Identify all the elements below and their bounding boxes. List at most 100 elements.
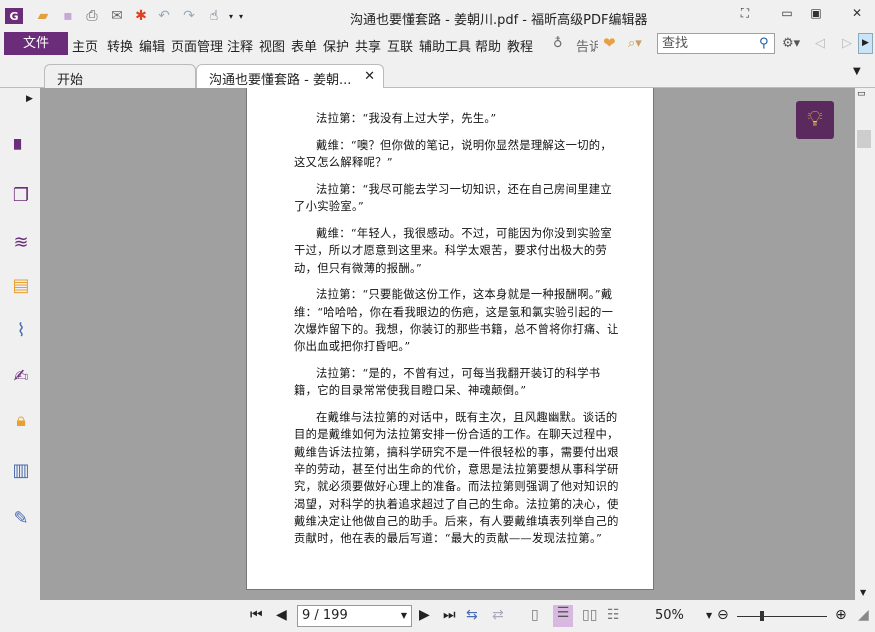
fullscreen-icon[interactable]: ⛶	[735, 6, 755, 24]
expand-panel-icon[interactable]: ▶	[26, 94, 33, 104]
nav-back-icon[interactable]: ◁	[815, 36, 825, 51]
paragraph: 法拉第：“我没有上过大学，先生。”	[294, 110, 614, 127]
page-icon[interactable]: ▘	[10, 140, 32, 162]
menu-page-management[interactable]: 页面管理	[171, 36, 223, 55]
text-line: 籍，它的目录常常使我目瞪口呆、神魂颠倒。”	[294, 384, 527, 398]
close-button[interactable]: ✕	[847, 6, 867, 24]
menu-convert[interactable]: 转换	[107, 36, 133, 55]
undo-icon[interactable]: ↶	[155, 8, 173, 24]
menu-form[interactable]: 表单	[291, 36, 317, 55]
text-line: 这又怎么解释呢？”	[294, 156, 393, 170]
lock-icon[interactable]: 🔒︎	[10, 410, 32, 432]
lightbulb-icon: ♁	[553, 36, 563, 51]
menu-home[interactable]: 主页	[72, 36, 98, 55]
scrollbar-thumb[interactable]	[857, 130, 871, 148]
customize-toolbar-icon[interactable]: ▾	[232, 8, 250, 24]
vertical-scrollbar[interactable]	[855, 88, 875, 600]
pages-thumbnail-icon[interactable]: ❐	[10, 185, 32, 207]
text-line: 贡献时，他在表的最后写道：“最大的贡献——发现法拉第。”	[294, 532, 603, 546]
paragraph: 在戴维与法拉第的对话中，既有主次，且风趣幽默。谈话的目的是戴维如何为法拉第安排一…	[294, 409, 619, 547]
tell-me-input[interactable]: 告诉	[576, 36, 598, 55]
layers-icon[interactable]: ≋	[10, 232, 32, 254]
text-line: 在戴维与法拉第的对话中，既有主次，且风趣幽默。谈话的	[316, 411, 618, 425]
email-icon[interactable]: ✉	[108, 8, 126, 24]
continuous-page-icon[interactable]: ☰	[553, 605, 573, 627]
minimize-button[interactable]: ▭	[777, 6, 797, 24]
save-icon[interactable]: ▪	[59, 8, 77, 24]
text-line: 法拉第：“是的，不曾有过，可每当我翻开装订的科学书	[316, 367, 601, 381]
single-page-icon[interactable]: ▯	[531, 607, 539, 623]
tab-list-dropdown-icon[interactable]: ▼	[853, 66, 861, 77]
print-icon[interactable]: ⎙	[83, 8, 101, 24]
zoom-level[interactable]: 50%	[655, 608, 684, 623]
file-menu-button[interactable]: 文件	[4, 32, 68, 55]
continuous-facing-icon[interactable]: ☷	[607, 607, 620, 623]
signature-icon[interactable]: ✍	[10, 366, 32, 388]
previous-page-icon[interactable]: ◀	[276, 607, 287, 623]
menu-tutorial[interactable]: 教程	[507, 36, 533, 55]
nav-forward-icon[interactable]: ▷	[842, 36, 852, 51]
text-line: 渴望，对科学的执着追求超过了自己的生命。法拉第的决心，使	[294, 497, 619, 511]
text-line: 目的是戴维如何为法拉第安排一份合适的工作。在聊天过程中，	[294, 428, 619, 442]
menu-protect[interactable]: 保护	[323, 36, 349, 55]
text-line: 维：“哈哈哈，你在看我眼边的伤疤，这是氢和氯实验引起的一	[294, 305, 614, 319]
menu-accessibility[interactable]: 辅助工具	[419, 36, 471, 55]
menu-comment[interactable]: 注释	[227, 36, 253, 55]
left-sidebar	[0, 88, 40, 632]
resize-grip-icon[interactable]: ◢	[858, 607, 869, 623]
hand-tool-icon[interactable]: ☝	[205, 8, 223, 24]
zoom-in-icon[interactable]: ⊕	[835, 607, 847, 623]
attachment-icon[interactable]: ⌇	[10, 320, 32, 342]
zoom-slider-handle[interactable]	[760, 611, 764, 621]
heart-icon[interactable]: ❤	[603, 34, 616, 52]
paragraph: 戴维：“噢？但你做的笔记，说明你显然是理解这一切的， 这又怎么解释呢？”	[294, 137, 614, 172]
next-page-icon[interactable]: ▶	[419, 607, 430, 623]
zoom-out-icon[interactable]: ⊖	[717, 607, 729, 623]
gear-icon[interactable]: ⚙▾	[782, 36, 800, 51]
text-line: 干过，所以才愿意到这里来。科学太艰苦，要求付出极大的劳	[294, 244, 608, 258]
zoom-dropdown-icon[interactable]: ▼	[706, 611, 712, 620]
ribbon-scroll-right-button[interactable]: ▶	[858, 33, 873, 54]
page-number: 9 / 199	[302, 608, 348, 623]
menu-share[interactable]: 共享	[355, 36, 381, 55]
new-document-icon[interactable]: ✱	[132, 8, 150, 24]
page-number-input[interactable]: 9 / 199 ▼	[297, 605, 412, 627]
form-fields-icon[interactable]: ▥	[10, 460, 32, 482]
maximize-button[interactable]: ▣	[806, 6, 826, 24]
tab-start[interactable]: 开始	[44, 64, 196, 88]
redo-icon[interactable]: ↷	[180, 8, 198, 24]
text-line: 动，但只有微薄的报酬。”	[294, 261, 422, 275]
paragraph: 戴维：“年轻人，我很感动。不过，可能因为你没到实验室干过，所以才愿意到这里来。科…	[294, 225, 614, 277]
zoom-slider[interactable]	[737, 616, 827, 617]
menu-connect[interactable]: 互联	[387, 36, 413, 55]
lightbulb-tip-button[interactable]: 💡︎	[796, 101, 834, 139]
close-tab-icon[interactable]: ✕	[364, 69, 375, 84]
text-line: 戴维：“年轻人，我很感动。不过，可能因为你没到实验室	[316, 226, 612, 240]
scroll-down-icon[interactable]: ▼	[860, 588, 866, 597]
text-line: 辛的劳动，甚至付出生命的代价，意思是法拉第要想从事科学研	[294, 463, 619, 477]
last-page-icon[interactable]: ⏭	[443, 607, 456, 623]
paragraph: 法拉第：“只要能做这份工作，这本身就是一种报酬啊。”戴 维：“哈哈哈，你在看我眼边…	[294, 286, 619, 355]
next-view-icon[interactable]: ⇄	[492, 607, 504, 623]
previous-view-icon[interactable]: ⇆	[466, 607, 478, 623]
text-line: 究，就必须要做好心理上的准备。而法拉第则强调了他对知识的	[294, 480, 619, 494]
first-page-icon[interactable]: ⏮	[250, 607, 263, 623]
certificate-icon[interactable]: ✎	[10, 508, 32, 530]
menu-help[interactable]: 帮助	[475, 36, 501, 55]
text-line: 法拉第：“我尽可能去学习一切知识，还在自己房间里建立	[316, 182, 612, 196]
tab-label: 开始	[57, 73, 84, 88]
app-logo-icon: G	[5, 8, 23, 24]
menu-view[interactable]: 视图	[259, 36, 285, 55]
open-folder-icon[interactable]: ▰	[34, 8, 52, 24]
search-icon[interactable]: ⚲	[759, 36, 769, 51]
search-input[interactable]: 查找	[657, 33, 775, 54]
tab-document[interactable]: 沟通也要懂套路 - 姜朝... ✕	[196, 64, 384, 88]
scroll-up-icon[interactable]: ▭	[857, 89, 866, 99]
facing-pages-icon[interactable]: ▯▯	[582, 607, 597, 623]
text-line: 次爆炸留下的。我想，你装订的那些书籍，总不曾将你打痛、让	[294, 322, 619, 336]
menu-edit[interactable]: 编辑	[139, 36, 165, 55]
comments-icon[interactable]: ▤	[10, 275, 32, 297]
page-text: 法拉第：“我没有上过大学，先生。” 戴维：“噢？但你做的笔记，说明你显然是理解这一…	[294, 110, 619, 557]
text-line: 戴维：“噢？但你做的笔记，说明你显然是理解这一切的，	[316, 138, 612, 152]
folder-search-icon[interactable]: ⌕▾	[628, 36, 642, 51]
